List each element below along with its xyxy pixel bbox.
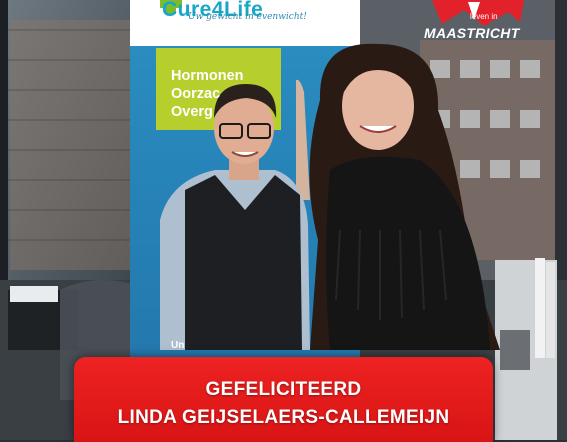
banner-line-3: Overg <box>171 104 213 120</box>
banner-tagline: Uw gewicht in evenwicht! <box>188 12 307 22</box>
banner-bottom-text: Un <box>171 340 185 351</box>
caption-box: GEFELICITEERD LINDA GEIJSELAERS-CALLEMEI… <box>74 357 493 442</box>
caption-name: LINDA GEIJSELAERS-CALLEMEIJN <box>117 407 450 428</box>
caption-title: GEFELICITEERD <box>205 379 362 400</box>
logo-small-text: leven in <box>470 12 498 21</box>
logo-city-text: MAASTRICHT <box>424 25 520 41</box>
banner-line-2: Oorzac <box>171 86 221 102</box>
banner-line-1: Hormonen <box>171 68 244 84</box>
